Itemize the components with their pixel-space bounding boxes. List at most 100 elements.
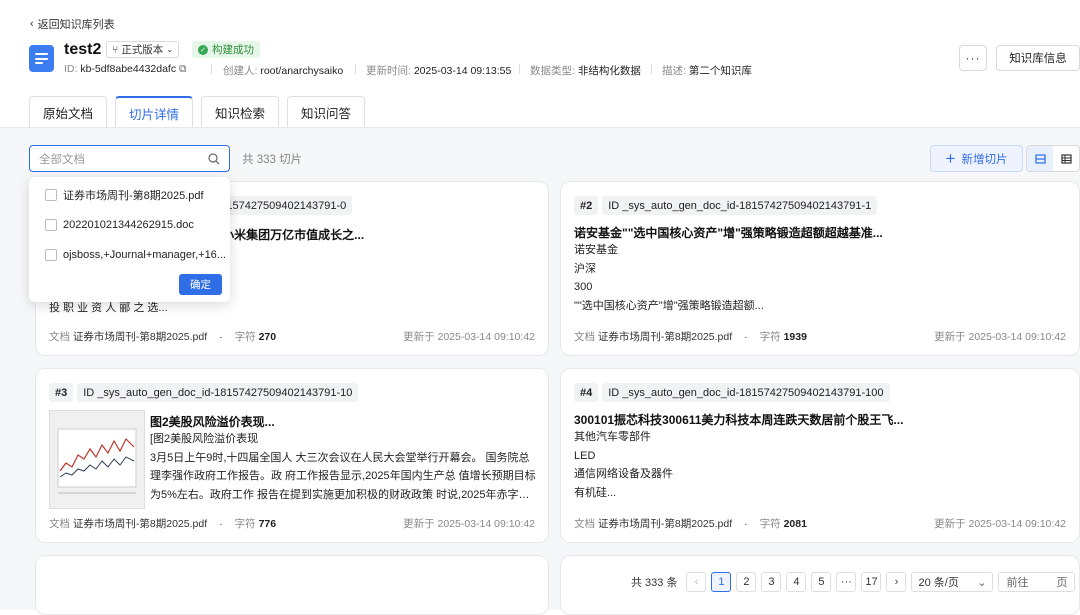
more-button[interactable]: ··· — [959, 45, 987, 71]
chunk-id: ID _sys_auto_gen_doc_id-1815742750940214… — [602, 383, 890, 402]
chunk-card[interactable]: #3 ID _sys_auto_gen_doc_id-1815742750940… — [35, 368, 549, 543]
version-label: 正式版本 — [121, 44, 164, 56]
pagination: 共 333 条 ‹ 1 2 3 4 5 ··· 17 › 20 条/页 ⌄ 前往… — [631, 572, 1076, 592]
chunk-footer: 文档 证券市场周刊-第8期2025.pdf · 字符 1939 更新于 2025… — [574, 330, 1066, 344]
copy-icon[interactable]: ⧉ — [179, 63, 187, 75]
chunk-card[interactable]: #2 ID _sys_auto_gen_doc_id-1815742750940… — [560, 181, 1080, 356]
back-link-label: 返回知识库列表 — [37, 19, 115, 31]
page-button[interactable]: 17 — [861, 572, 882, 592]
chars-label: 字符 — [759, 331, 781, 343]
meta-updated-value: 2025-03-14 09:13:55 — [413, 65, 512, 77]
page-button[interactable]: 5 — [811, 572, 832, 592]
chunk-line: [图2美股风险溢价表现 — [150, 433, 259, 445]
chunk-id-row: #3 ID _sys_auto_gen_doc_id-1815742750940… — [49, 383, 359, 402]
chars-label: 字符 — [759, 518, 781, 530]
status-label: 构建成功 — [212, 44, 254, 56]
branch-icon: ⑂ — [112, 43, 119, 56]
tab-qa[interactable]: 知识问答 — [287, 96, 366, 128]
page-button[interactable]: 3 — [761, 572, 782, 592]
meta-updated-label: 更新时间: — [366, 65, 411, 77]
doc-name: 证券市场周刊-第8期2025.pdf — [72, 331, 208, 343]
meta-type-label: 数据类型: — [530, 65, 575, 77]
chunk-footer: 文档 证券市场周刊-第8期2025.pdf · 字符 776 更新于 2025-… — [49, 517, 535, 531]
goto-suffix: 页 — [1056, 577, 1068, 589]
card-view-icon — [1034, 153, 1046, 164]
chunk-title: 图2美股风险溢价表现... — [150, 415, 275, 429]
chevron-right-icon: › — [894, 576, 899, 588]
page-ellipsis[interactable]: ··· — [836, 572, 857, 592]
checkbox[interactable] — [45, 249, 57, 261]
updated-time: 更新于 2025-03-14 09:10:42 — [403, 331, 535, 343]
chars-count: 2081 — [783, 517, 807, 530]
doc-label: 文档 — [574, 518, 595, 530]
page-header: ‹ 返回知识库列表 test2 ⑂ 正式版本 ⌄ ✓ 构建成功 ID: kb-5… — [0, 0, 1080, 128]
chunk-title: 300101振芯科技300611美力科技本周连跌天数居前个股王飞... — [574, 413, 904, 427]
chunk-footer: 文档 证券市场周刊-第8期2025.pdf · 字符 270 更新于 2025-… — [49, 330, 535, 344]
doc-label: 文档 — [49, 331, 70, 343]
chunk-footer: 文档 证券市场周刊-第8期2025.pdf · 字符 2081 更新于 2025… — [574, 517, 1066, 531]
prev-page-button[interactable]: ‹ — [686, 572, 707, 592]
chunk-line: 为5%左右。政府工作 报告在提到实施更加积极的财政政策 时说,2025年赤字率.… — [150, 488, 538, 501]
meta-type-value: 非结构化数据 — [577, 65, 641, 77]
kb-info-button[interactable]: 知识库信息 — [996, 45, 1080, 71]
goto-label: 前往 — [1006, 577, 1029, 589]
meta-id-label: ID: — [64, 63, 78, 75]
page-button[interactable]: 2 — [736, 572, 757, 592]
chunk-title: 诺安基金""选中国核心资产"增"强策略锻造超额超越基准... — [574, 226, 883, 240]
page-size-label: 20 条/页 — [918, 577, 959, 589]
doc-option-label: 证券市场周刊-第8期2025.pdf — [63, 190, 204, 202]
page-button[interactable]: 1 — [711, 572, 732, 592]
doc-option[interactable]: 证券市场周刊-第8期2025.pdf — [45, 186, 225, 204]
doc-name: 证券市场周刊-第8期2025.pdf — [597, 518, 733, 530]
doc-filter-dropdown: 证券市场周刊-第8期2025.pdf 202201021344262915.do… — [29, 177, 230, 302]
meta-creator-label: 创建人: — [223, 65, 258, 77]
chunk-id: ID _sys_auto_gen_doc_id-1815742750940214… — [77, 383, 359, 402]
chunk-line: 3月5日上午9时,十四届全国人 大三次会议在人民大会堂举行开幕会。 国务院总 — [150, 451, 530, 464]
chunk-card[interactable]: #4 ID _sys_auto_gen_doc_id-1815742750940… — [560, 368, 1080, 543]
pagination-total: 共 333 条 — [631, 577, 678, 589]
chunk-content: 其他汽车零部件 LED 通信网络设备及器件 有机硅... — [574, 428, 1070, 502]
doc-option-label: 202201021344262915.doc — [63, 219, 194, 231]
goto-page-input[interactable]: 前往 页 — [998, 572, 1076, 592]
doc-label: 文档 — [574, 331, 595, 343]
chevron-left-icon: ‹ — [30, 18, 34, 30]
chars-count: 776 — [258, 517, 277, 530]
chunk-total: 共 333 切片 — [242, 154, 303, 166]
chunk-line: 通信网络设备及器件 — [574, 468, 673, 481]
tab-chunk-details[interactable]: 切片详情 — [115, 96, 194, 128]
version-select[interactable]: ⑂ 正式版本 ⌄ — [106, 41, 180, 58]
search-icon — [208, 152, 220, 164]
doc-name: 证券市场周刊-第8期2025.pdf — [72, 518, 208, 530]
table-view-button[interactable] — [1053, 146, 1079, 171]
doc-option[interactable]: ojsboss,+Journal+manager,+16... — [45, 246, 225, 264]
updated-time: 更新于 2025-03-14 09:10:42 — [934, 518, 1066, 530]
chunk-image-thumbnail — [49, 410, 145, 509]
next-page-button[interactable]: › — [886, 572, 907, 592]
confirm-button[interactable]: 确定 — [179, 274, 222, 295]
chunk-content: 诺安基金 沪深 300 ""选中国核心资产"增"强策略锻造超额... — [574, 241, 1070, 315]
chevron-left-icon: ‹ — [694, 576, 699, 588]
chars-label: 字符 — [234, 331, 256, 343]
checkbox[interactable] — [45, 189, 57, 201]
chevron-down-icon: ⌄ — [166, 45, 174, 54]
chunk-content: [图2美股风险溢价表现 3月5日上午9时,十四届全国人 大三次会议在人民大会堂举… — [150, 430, 538, 504]
chunk-line: ""选中国核心资产"增"强策略锻造超额... — [574, 299, 764, 312]
chunk-line: 有机硅... — [574, 486, 617, 499]
tab-retrieval[interactable]: 知识检索 — [201, 96, 280, 128]
tab-raw-docs[interactable]: 原始文档 — [29, 96, 108, 128]
back-link[interactable]: ‹ 返回知识库列表 — [30, 16, 115, 32]
doc-option-label: ojsboss,+Journal+manager,+16... — [63, 249, 225, 261]
doc-option[interactable]: 202201021344262915.doc — [45, 216, 225, 234]
status-badge: ✓ 构建成功 — [192, 41, 260, 58]
chunk-card[interactable] — [35, 555, 549, 615]
chars-label: 字符 — [234, 518, 256, 530]
page-button[interactable]: 4 — [786, 572, 807, 592]
card-view-button[interactable] — [1027, 146, 1053, 171]
checkbox[interactable] — [45, 219, 57, 231]
doc-label: 文档 — [49, 518, 70, 530]
doc-filter-input[interactable]: 全部文档 — [29, 145, 230, 172]
chunk-line: 沪深 — [574, 262, 596, 275]
add-chunk-button[interactable]: + 新增切片 — [930, 145, 1023, 172]
meta-type: 数据类型: 非结构化数据 — [530, 63, 641, 78]
page-size-select[interactable]: 20 条/页 ⌄ — [911, 572, 994, 592]
